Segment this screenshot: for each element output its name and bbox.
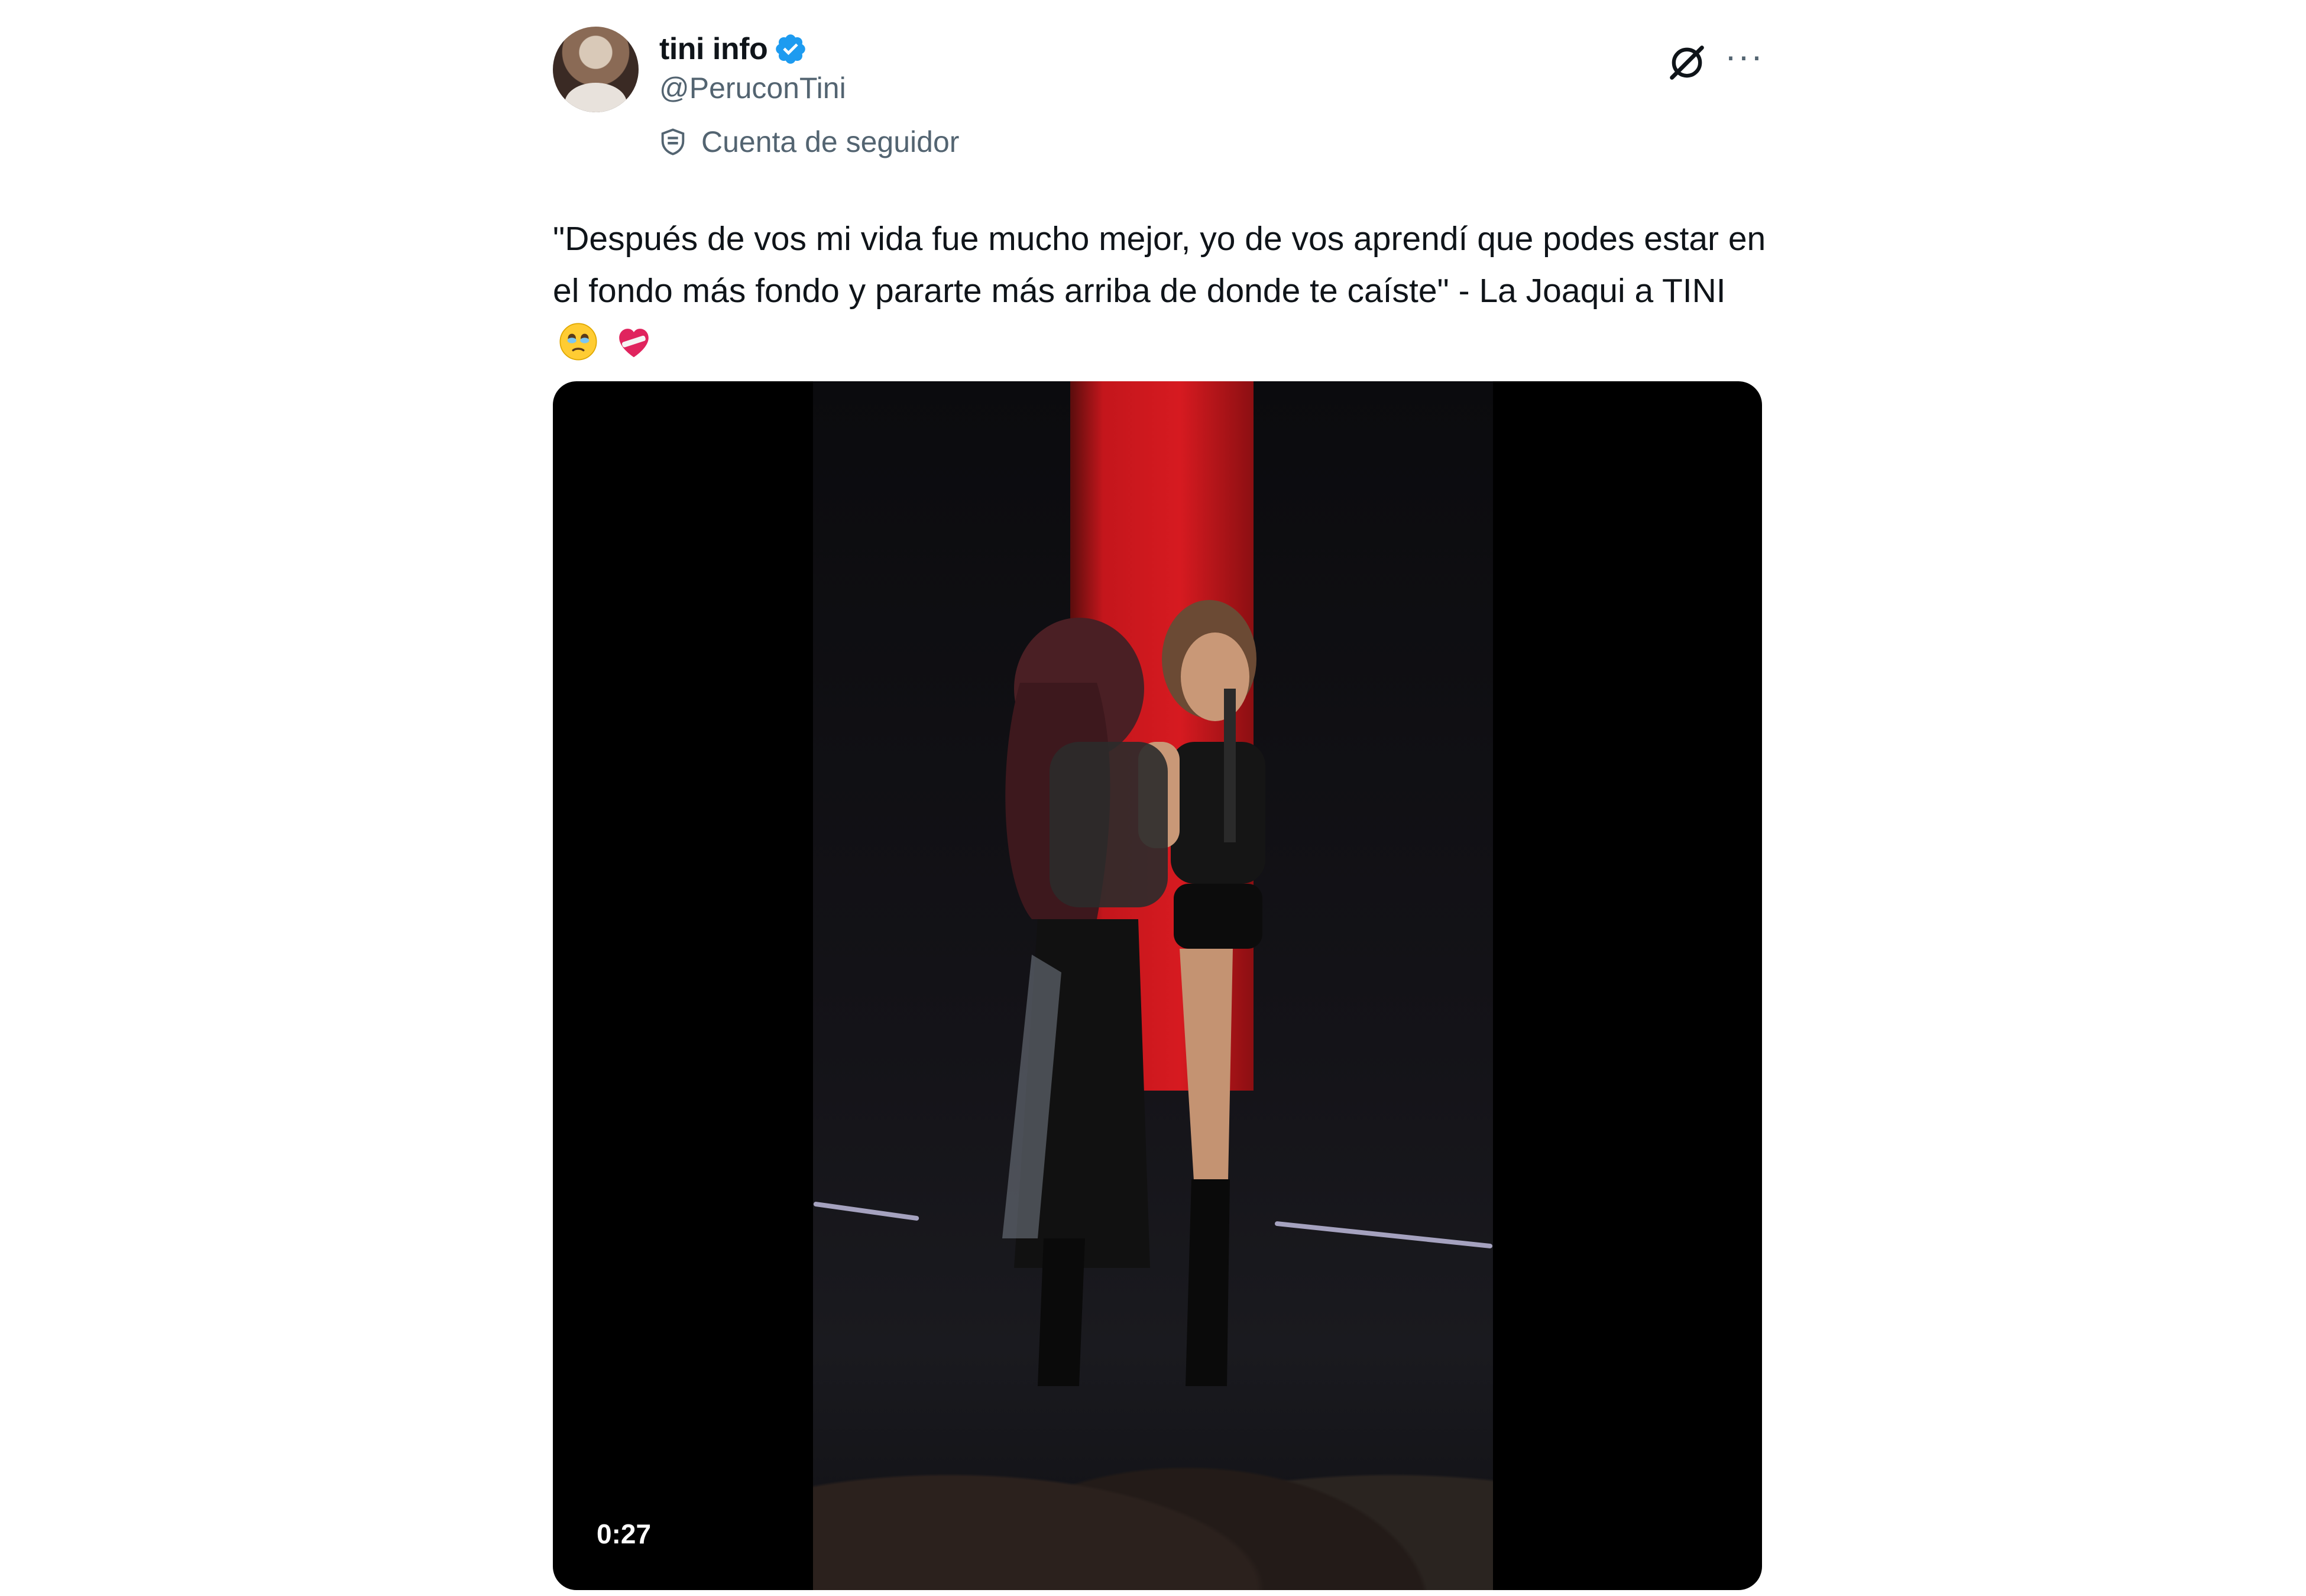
avatar[interactable] [553,27,639,112]
stage-light [813,1201,919,1221]
face-holding-back-tears-icon [559,323,597,361]
tweet-card: tini info @PeruconTini Cuenta de seguido… [544,18,1774,1590]
video-duration-badge: 0:27 [588,1513,660,1555]
tweet-body: "Después de vos mi vida fue mucho mejor,… [553,220,1766,310]
video-frame [813,381,1493,1590]
performers-image [1002,600,1265,1386]
account-label-text: Cuenta de seguidor [701,125,960,158]
grok-icon[interactable] [1664,40,1709,85]
author-display-name[interactable]: tini info [659,31,768,67]
more-icon[interactable]: ··· [1724,38,1765,80]
account-label: Cuenta de seguidor [658,121,959,163]
author-name-row: tini info [659,28,808,70]
author-handle[interactable]: @PeruconTini [659,71,846,105]
video-player[interactable]: 0:27 [553,381,1762,1590]
crowd-silhouettes [813,1389,1493,1590]
shield-icon [661,128,685,155]
verified-badge-icon [776,34,805,64]
mending-heart-icon [619,329,649,358]
tweet-text: "Después de vos mi vida fue mucho mejor,… [553,213,1777,369]
